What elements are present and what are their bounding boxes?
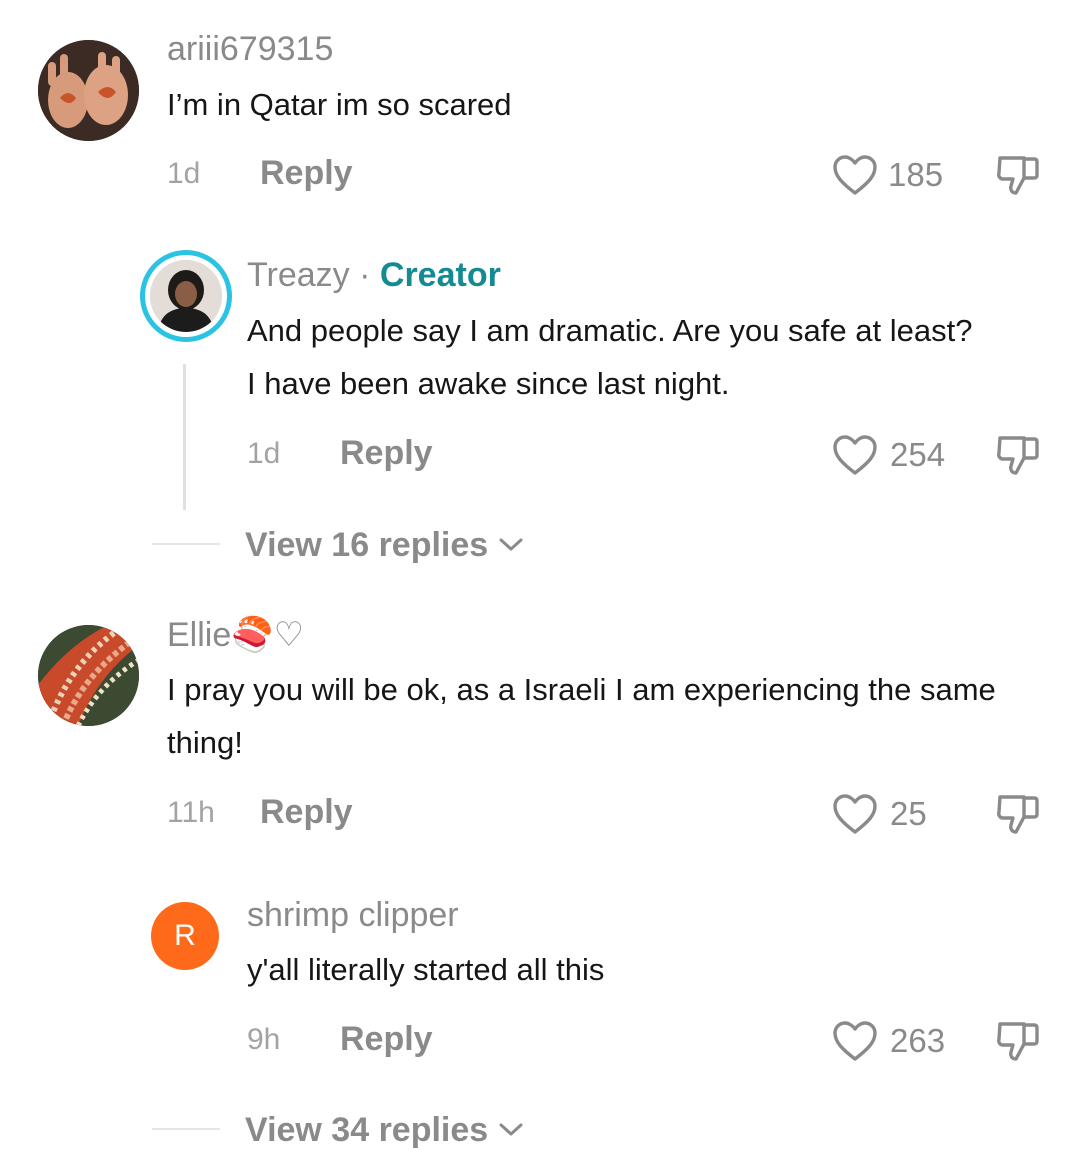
like-count: 254 bbox=[890, 436, 946, 473]
comment-timestamp: 9h bbox=[247, 1023, 281, 1056]
avatar[interactable] bbox=[38, 40, 139, 141]
reply-button[interactable]: Reply bbox=[340, 1022, 433, 1056]
reply-button[interactable]: Reply bbox=[260, 156, 353, 190]
like-count: 185 bbox=[888, 156, 944, 193]
heart-icon[interactable] bbox=[832, 154, 878, 196]
divider bbox=[152, 543, 220, 545]
view-replies-button[interactable]: View 34 replies bbox=[245, 1113, 524, 1147]
comment-username[interactable]: Treazy · Creator bbox=[247, 258, 501, 292]
username-emoji: 🍣♡ bbox=[231, 616, 305, 654]
heart-icon[interactable] bbox=[832, 793, 878, 835]
like-count: 25 bbox=[890, 795, 927, 832]
avatar[interactable]: R bbox=[151, 902, 219, 970]
avatar[interactable] bbox=[38, 625, 139, 726]
comment-text: I’m in Qatar im so scared bbox=[167, 87, 512, 122]
comment-timestamp: 11h bbox=[167, 796, 215, 829]
dislike-icon[interactable] bbox=[994, 1017, 1042, 1065]
comment-username[interactable]: ariii679315 bbox=[167, 32, 333, 66]
username-text: Treazy bbox=[247, 256, 350, 294]
comment-text: And people say I am dramatic. Are you sa… bbox=[247, 313, 973, 401]
divider bbox=[152, 1128, 220, 1130]
chevron-down-icon bbox=[499, 538, 523, 551]
comment-username[interactable]: shrimp clipper bbox=[247, 898, 459, 932]
view-replies-button[interactable]: View 16 replies bbox=[245, 528, 524, 562]
dislike-icon[interactable] bbox=[994, 431, 1042, 479]
view-replies-label: View 34 replies bbox=[245, 1111, 489, 1149]
comment-timestamp: 1d bbox=[167, 157, 201, 190]
heart-icon[interactable] bbox=[832, 434, 878, 476]
avatar-image bbox=[38, 625, 139, 726]
comment-text: y'all literally started all this bbox=[247, 952, 605, 987]
like-count: 263 bbox=[890, 1022, 946, 1059]
reply-button[interactable]: Reply bbox=[260, 795, 353, 829]
dislike-icon[interactable] bbox=[994, 151, 1042, 199]
separator: · bbox=[359, 256, 371, 294]
heart-icon[interactable] bbox=[832, 1020, 878, 1062]
avatar-image bbox=[150, 260, 222, 332]
creator-avatar-ring[interactable] bbox=[140, 250, 232, 342]
view-replies-label: View 16 replies bbox=[245, 526, 489, 564]
dislike-icon[interactable] bbox=[994, 790, 1042, 838]
reply-button[interactable]: Reply bbox=[340, 436, 433, 470]
thread-line bbox=[183, 364, 186, 510]
avatar-image bbox=[38, 40, 139, 141]
comment-text: I pray you will be ok, as a Israeli I am… bbox=[167, 672, 996, 760]
comment-username[interactable]: Ellie🍣♡ bbox=[167, 618, 304, 652]
comment-timestamp: 1d bbox=[247, 437, 281, 470]
chevron-down-icon bbox=[499, 1123, 523, 1136]
avatar-initial: R bbox=[174, 919, 196, 952]
username-text: Ellie bbox=[167, 616, 232, 654]
creator-badge: Creator bbox=[379, 256, 501, 294]
